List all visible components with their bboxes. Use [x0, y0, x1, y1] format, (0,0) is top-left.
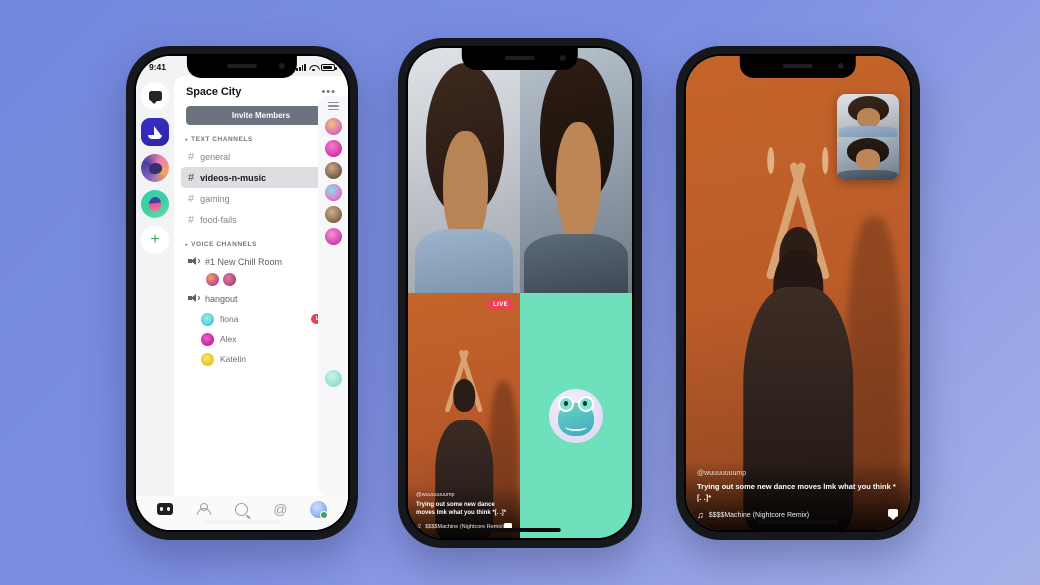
sidebar-item-server-3[interactable]	[141, 190, 169, 218]
fullscreen-stream: @wuuuuuuump Trying out some new dance mo…	[686, 56, 910, 530]
avatar	[201, 312, 214, 326]
status-time: 9:41	[149, 62, 167, 72]
member-list-panel[interactable]	[318, 96, 348, 496]
server-rail: +	[136, 56, 174, 530]
add-server-button[interactable]: +	[141, 226, 169, 254]
tab-search[interactable]	[233, 500, 251, 518]
stream-username: @wuuuuuuump	[697, 470, 747, 478]
overflow-menu-icon[interactable]: •••	[321, 87, 336, 98]
sidebar-item-server-2[interactable]	[141, 154, 169, 182]
notch	[739, 56, 857, 78]
picture-in-picture[interactable]	[837, 94, 899, 180]
home-indicator	[203, 520, 281, 524]
sidebar-item-space-city[interactable]	[141, 118, 169, 146]
stream-caption: Trying out some new dance moves lmk what…	[416, 501, 507, 517]
tab-mentions[interactable]: @	[271, 500, 289, 518]
home-indicator	[479, 528, 561, 532]
phone-1-screen: 9:41 + Space City ••• Invite Members ▾ T…	[136, 56, 348, 530]
avatar	[324, 206, 342, 223]
music-note-icon: ♫	[697, 510, 704, 520]
channel-videos-n-music[interactable]: # videos-n-music	[181, 167, 341, 188]
notch	[461, 48, 579, 70]
signal-bars-icon	[296, 63, 306, 71]
go-live-grid: LIVE @wuuuuuuump Trying out some new dan…	[408, 48, 632, 538]
hash-icon: #	[188, 213, 195, 226]
phone-3-screen: @wuuuuuuump Trying out some new dance mo…	[686, 56, 910, 530]
video-tile-live-stream[interactable]: LIVE @wuuuuuuump Trying out some new dan…	[408, 293, 520, 538]
tab-friends[interactable]	[195, 500, 213, 518]
video-row-top	[408, 48, 632, 293]
discord-logo-icon	[157, 503, 174, 515]
page-title: Space City	[186, 86, 242, 98]
battery-icon	[321, 63, 337, 71]
voice-channel-new-chill-room[interactable]: #1 New Chill Room	[181, 251, 341, 272]
video-row-bottom: LIVE @wuuuuuuump Trying out some new dan…	[408, 293, 632, 538]
hash-icon: #	[188, 150, 195, 163]
server-avatar-icon	[147, 195, 163, 213]
chevron-down-icon: ▾	[185, 242, 189, 247]
sailboat-server-icon	[148, 125, 162, 139]
hamburger-icon[interactable]	[327, 102, 339, 110]
phone-2-go-live-split: LIVE @wuuuuuuump Trying out some new dan…	[398, 38, 642, 548]
tab-profile[interactable]	[310, 500, 329, 519]
hash-icon: #	[188, 192, 195, 205]
stream-caption: Trying out some new dance moves lmk what…	[697, 482, 896, 503]
channel-general[interactable]: # general	[181, 146, 341, 167]
avatar-icon	[310, 500, 329, 519]
avatar	[324, 162, 342, 179]
music-note-icon: ♫	[416, 523, 422, 530]
avatar	[201, 332, 214, 346]
phone-1-channel-list: 9:41 + Space City ••• Invite Members ▾ T…	[126, 46, 358, 540]
stream-username: @wuuuuuuump	[416, 491, 455, 498]
pip-tile-person-2[interactable]	[837, 137, 899, 180]
phone-3-bezel: @wuuuuuuump Trying out some new dance mo…	[684, 54, 912, 532]
bottom-tab-bar: @	[136, 496, 348, 530]
avatar	[223, 273, 236, 286]
sidebar-item-direct-messages[interactable]	[141, 82, 169, 110]
friends-icon	[196, 503, 212, 515]
wifi-icon	[309, 64, 318, 71]
video-tile-person-1[interactable]	[408, 48, 520, 293]
speaker-icon	[188, 257, 201, 267]
avatar	[201, 352, 214, 366]
home-indicator	[757, 520, 839, 524]
voice-channel-hangout[interactable]: hangout	[181, 288, 341, 309]
tab-home[interactable]	[156, 500, 174, 518]
chevron-down-icon: ▾	[185, 137, 189, 142]
avatar	[324, 184, 342, 201]
invite-members-button[interactable]: Invite Members	[186, 106, 336, 125]
phone-3-fullscreen-stream: @wuuuuuuump Trying out some new dance mo…	[676, 46, 920, 540]
phone-1-bezel: 9:41 + Space City ••• Invite Members ▾ T…	[134, 54, 350, 532]
avatar	[324, 118, 342, 135]
search-icon	[235, 502, 249, 516]
channel-gaming[interactable]: # gaming	[181, 188, 341, 209]
avatar	[324, 228, 342, 245]
stream-song: ♫ $$$$Machine (Nightcore Remix)	[697, 510, 810, 520]
channel-food-fails[interactable]: # food-fails	[181, 209, 341, 230]
video-tile-muted-avatar[interactable]	[520, 293, 632, 538]
pip-tile-person-1[interactable]	[837, 94, 899, 137]
status-bar: 9:41	[136, 56, 348, 78]
frog-avatar-icon	[549, 388, 603, 443]
status-badge: LIVE	[488, 300, 513, 310]
avatar	[206, 273, 219, 286]
avatar	[324, 140, 342, 157]
channel-panel: Space City ••• Invite Members ▾ TEXT CHA…	[174, 76, 348, 530]
hash-icon: #	[188, 171, 195, 184]
server-avatar-icon	[147, 161, 163, 175]
phone-2-bezel: LIVE @wuuuuuuump Trying out some new dan…	[406, 46, 634, 540]
at-icon: @	[273, 501, 288, 517]
video-tile-person-2[interactable]	[520, 48, 632, 293]
phone-2-screen: LIVE @wuuuuuuump Trying out some new dan…	[408, 48, 632, 538]
chat-bubble-icon	[148, 91, 162, 104]
speaker-icon	[188, 294, 201, 304]
avatar	[324, 370, 342, 387]
comment-bubble-icon[interactable]	[888, 509, 898, 520]
discord-app: + Space City ••• Invite Members ▾ TEXT C…	[136, 56, 348, 530]
